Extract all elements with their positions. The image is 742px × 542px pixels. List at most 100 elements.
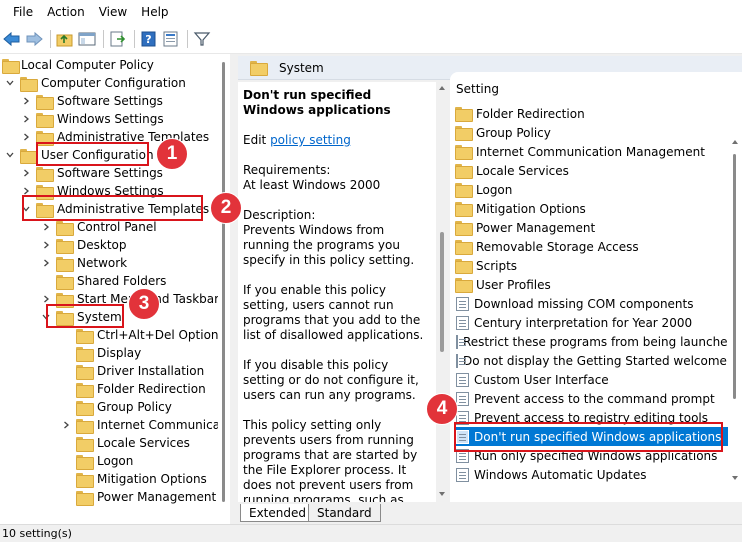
scrollbar-thumb[interactable] [440, 232, 444, 352]
tree-node-label: Group Policy [97, 400, 172, 414]
menu-view[interactable]: View [92, 0, 134, 24]
tree-node-desktop[interactable]: Desktop [40, 236, 127, 254]
back-icon[interactable] [2, 29, 22, 49]
scroll-up-icon[interactable] [436, 82, 448, 94]
show-hide-tree-icon[interactable] [77, 29, 97, 49]
list-item-folder[interactable]: Folder Redirection [454, 104, 742, 123]
tree-node-logon[interactable]: Logon [76, 452, 133, 470]
list-item-policy[interactable]: Custom User Interface [454, 370, 742, 389]
list-item-folder[interactable]: Scripts [454, 256, 742, 275]
callout-box-user-configuration [36, 142, 149, 166]
list-item-label: Scripts [476, 258, 518, 273]
list-item-policy[interactable]: Prevent access to the command prompt [454, 389, 742, 408]
tab-standard[interactable]: Standard [308, 504, 381, 522]
tree-node-label: Folder Redirection [97, 382, 206, 396]
tree-node-windows-settings[interactable]: Windows Settings [20, 110, 164, 128]
callout-box-administrative-templates [22, 195, 203, 221]
tab-extended[interactable]: Extended [240, 504, 315, 522]
chevron-right-icon[interactable] [60, 419, 72, 431]
list-item-label: Group Policy [476, 125, 551, 140]
list-item-policy[interactable]: Restrict these programs from being launc… [454, 332, 742, 351]
help-icon[interactable]: ? [139, 29, 159, 49]
list-item-label: Mitigation Options [476, 201, 586, 216]
folder-icon [76, 382, 94, 398]
chevron-down-icon[interactable] [4, 149, 16, 161]
tree-node-mitigation-options[interactable]: Mitigation Options [76, 470, 207, 488]
folder-icon [76, 346, 94, 362]
tree-node-label: Locale Services [97, 436, 190, 450]
chevron-right-icon[interactable] [20, 113, 32, 125]
list-item-folder[interactable]: Group Policy [454, 123, 742, 142]
list-item-folder[interactable]: User Profiles [454, 275, 742, 294]
tree-node-ctrl-alt-del[interactable]: Ctrl+Alt+Del Options [76, 326, 225, 344]
filter-icon[interactable] [192, 29, 212, 49]
tree-node-folder-redirection[interactable]: Folder Redirection [76, 380, 206, 398]
toolbar: ? [0, 24, 742, 54]
column-header-setting[interactable]: Setting [456, 82, 499, 96]
tree-node-display[interactable]: Display [76, 344, 141, 362]
status-bar: 10 setting(s) [0, 524, 742, 542]
scrollbar-thumb[interactable] [222, 62, 225, 502]
export-list-icon[interactable] [108, 29, 128, 49]
list-item-folder[interactable]: Power Management [454, 218, 742, 237]
tree-node-computer-configuration[interactable]: Computer Configuration [4, 74, 186, 92]
tree-node-network[interactable]: Network [40, 254, 127, 272]
menu-file[interactable]: File [6, 0, 40, 24]
list-item-policy[interactable]: Do not display the Getting Started welco… [454, 351, 742, 370]
list-item-folder[interactable]: Logon [454, 180, 742, 199]
requirements-value: At least Windows 2000 [243, 178, 381, 192]
list-item-label: Prevent access to the command prompt [474, 391, 715, 406]
description-text: Prevents Windows from running the progra… [243, 223, 415, 267]
folder-icon [56, 274, 74, 290]
policy-setting-link[interactable]: policy setting [270, 133, 351, 147]
scroll-down-icon[interactable] [436, 488, 448, 500]
list-item-policy[interactable]: Download missing COM components [454, 294, 742, 313]
menu-action[interactable]: Action [40, 0, 92, 24]
policy-setting-icon [456, 353, 466, 368]
list-item-label: Do not display the Getting Started welco… [463, 353, 742, 368]
scroll-down-icon[interactable] [728, 472, 742, 484]
chevron-right-icon[interactable] [20, 95, 32, 107]
scroll-up-icon[interactable] [728, 136, 742, 148]
chevron-right-icon[interactable] [20, 167, 32, 179]
list-item-folder[interactable]: Locale Services [454, 161, 742, 180]
folder-icon [455, 240, 473, 255]
tree-node-power-management[interactable]: Power Management [76, 488, 216, 506]
list-item-policy[interactable]: Century interpretation for Year 2000 [454, 313, 742, 332]
menu-help[interactable]: Help [134, 0, 175, 24]
list-scrollbar[interactable] [728, 72, 742, 502]
description-label: Description: [243, 208, 316, 222]
chevron-right-icon[interactable] [20, 131, 32, 143]
tree-node-software-settings[interactable]: Software Settings [20, 92, 163, 110]
tree-node-locale-services[interactable]: Locale Services [76, 434, 190, 452]
folder-icon [455, 202, 473, 217]
tree-node-root[interactable]: Local Computer Policy [2, 56, 154, 74]
list-item-policy[interactable]: Windows Automatic Updates [454, 465, 742, 484]
description-block: Description: Prevents Windows from runni… [243, 208, 432, 268]
list-item-folder[interactable]: Removable Storage Access [454, 237, 742, 256]
scrollbar-thumb[interactable] [733, 154, 736, 399]
forward-icon[interactable] [24, 29, 44, 49]
tree-node-driver-installation[interactable]: Driver Installation [76, 362, 204, 380]
folder-icon [455, 183, 473, 198]
list-item-label: Logon [476, 182, 513, 197]
chevron-down-icon[interactable] [4, 77, 16, 89]
tree-node-label: Desktop [77, 238, 127, 252]
folder-icon [455, 145, 473, 160]
tree-node-internet-communication[interactable]: Internet Communication Management [60, 416, 230, 434]
up-folder-icon[interactable] [55, 29, 75, 49]
properties-icon[interactable] [161, 29, 181, 49]
user-icon [20, 148, 38, 164]
toolbar-separator [187, 29, 188, 48]
tree-node-software-settings[interactable]: Software Settings [20, 164, 163, 182]
chevron-right-icon[interactable] [40, 239, 52, 251]
chevron-right-icon[interactable] [40, 257, 52, 269]
chevron-right-icon[interactable] [40, 221, 52, 233]
list-item-folder[interactable]: Mitigation Options [454, 199, 742, 218]
list-item-label: Folder Redirection [476, 106, 585, 121]
description-scrollbar[interactable] [436, 82, 448, 502]
tree-node-shared-folders[interactable]: Shared Folders [56, 272, 166, 290]
tree-node-group-policy[interactable]: Group Policy [76, 398, 172, 416]
list-item-folder[interactable]: Internet Communication Management [454, 142, 742, 161]
tree-scrollbar[interactable] [218, 54, 230, 524]
